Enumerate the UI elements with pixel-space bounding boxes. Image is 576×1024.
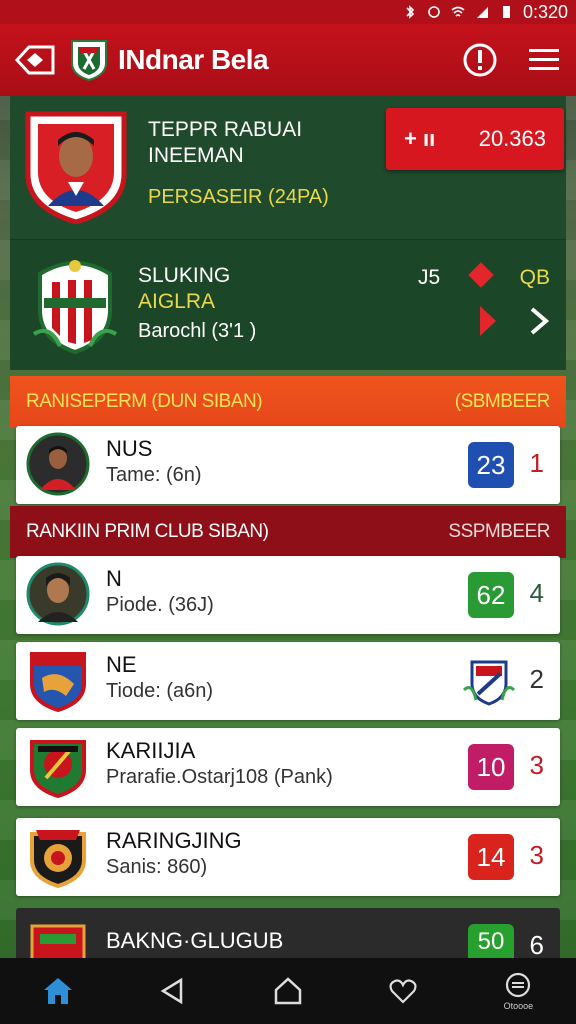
score-badge: 14 [468, 834, 514, 880]
list-item-title: KARIIJIA [106, 738, 196, 763]
nav-house[interactable] [258, 966, 318, 1016]
club-meta: Barochl (3'1 ) [138, 320, 257, 342]
heart-icon [389, 979, 417, 1004]
player-name-line2: INEEMAN [148, 144, 244, 167]
info-button[interactable] [448, 42, 512, 78]
player-crest-avatar [25, 111, 127, 224]
nav-back[interactable] [143, 966, 203, 1016]
score-value: 20.363 [478, 126, 546, 151]
club-crest-icon [30, 740, 86, 798]
rank-number: 2 [529, 664, 544, 694]
status-time: 0:320 [522, 1, 568, 22]
score-badge: 50 [468, 924, 514, 960]
chevron-right-icon[interactable] [528, 306, 550, 336]
player-avatar [26, 432, 90, 496]
alarm-icon [428, 6, 440, 18]
rank-number: 6 [529, 930, 544, 960]
club-stat-left: J5 [418, 266, 441, 289]
section-title: RANKIIN PRIM CLUB SIBAN) [26, 521, 269, 542]
list-item-subtitle: Tame: (6n) [106, 464, 202, 486]
club-mini-crest-icon [462, 660, 516, 706]
triangle-back-icon [160, 977, 183, 1005]
wifi-icon [451, 6, 465, 17]
alert-icon [463, 43, 497, 77]
list-item-title: NE [106, 652, 137, 677]
nav-more-label: Otoooe [503, 1001, 534, 1011]
score-prefix: + ıı [404, 126, 436, 151]
club-stat-right: QB [519, 266, 550, 289]
rank-number: 4 [529, 578, 544, 608]
home-icon [43, 978, 72, 1004]
bluetooth-icon [406, 5, 415, 19]
section-right-label[interactable]: SSPMBEER [448, 521, 550, 543]
app-bar: INdnar Bela [0, 24, 576, 96]
nav-home[interactable] [28, 966, 88, 1016]
section-header-individual: RANISEPERM (DUN SIBAN) (SBMBEER [10, 376, 566, 428]
list-item-subtitle: Sanis: 860) [106, 856, 208, 878]
player-name-line1: TEPPR RABUAI [148, 118, 303, 141]
rank-number: 1 [529, 448, 544, 478]
app-logo-icon [71, 40, 107, 81]
signal-icon [476, 7, 488, 18]
status-bar: 0:320 [0, 0, 576, 24]
list-item-subtitle: Prarafie.Ostarj108 (Pank) [106, 766, 333, 788]
score-badge: 62 [468, 572, 514, 618]
list-item[interactable]: NUS Tame: (6n) 23 1 [16, 426, 560, 504]
club-crest-icon [30, 652, 86, 712]
list-item[interactable]: RARINGJING Sanis: 860) 14 3 [16, 818, 560, 896]
list-item-subtitle: Tiode: (a6n) [106, 680, 214, 702]
nav-favorites[interactable] [373, 966, 433, 1016]
club-crest-icon [30, 830, 86, 888]
list-item[interactable]: N Piode. (36J) 62 4 [16, 556, 560, 634]
list-item-title: RARINGJING [106, 828, 242, 853]
section-title: RANISEPERM (DUN SIBAN) [26, 391, 263, 412]
list-item[interactable]: BAKNG·GLUGUB 50 6 [16, 908, 560, 960]
list-item-subtitle: Piode. (36J) [106, 594, 214, 616]
hamburger-menu-icon [529, 49, 559, 70]
home-outline-icon [274, 977, 302, 1005]
list-item[interactable]: KARIIJIA Prarafie.Ostarj108 (Pank) 10 3 [16, 728, 560, 806]
list-item[interactable]: NE Tiode: (a6n) 2 [16, 642, 560, 720]
diamond-indicator-icon [468, 262, 494, 288]
bottom-navigation: Otoooe [0, 958, 576, 1024]
club-subname: AIGLRA [138, 290, 216, 313]
player-club: PERSASEIR (24PA) [148, 186, 329, 208]
player-avatar [26, 562, 90, 626]
list-item-title: BAKNG·GLUGUB [106, 928, 284, 953]
player-score-box[interactable]: + ıı 20.363 [386, 108, 564, 170]
section-right-label[interactable]: (SBMBEER [455, 391, 551, 413]
list-item-title: NUS [106, 436, 153, 461]
back-button[interactable] [0, 41, 70, 79]
score-badge: 10 [468, 744, 514, 790]
nav-more[interactable]: Otoooe [488, 966, 548, 1016]
rank-number: 3 [529, 840, 544, 870]
featured-club-card[interactable]: SLUKING AIGLRA Barochl (3'1 ) J5 QB [10, 240, 566, 370]
battery-icon [502, 6, 510, 18]
back-arrow-icon [14, 45, 55, 75]
section-header-club: RANKIIN PRIM CLUB SIBAN) SSPMBEER [10, 506, 566, 558]
club-name: SLUKING [138, 264, 231, 287]
club-crest-icon [30, 924, 86, 960]
list-item-title: N [106, 566, 122, 591]
featured-player-card[interactable]: TEPPR RABUAI INEEMAN PERSASEIR (24PA) + … [10, 96, 566, 240]
more-circle-icon [506, 972, 531, 998]
rank-number: 3 [529, 750, 544, 780]
play-indicator-icon [480, 306, 496, 336]
score-badge: 23 [468, 442, 514, 488]
app-title: INdnar Bela [118, 44, 269, 75]
menu-button[interactable] [512, 47, 576, 73]
club-badge-icon [32, 260, 118, 354]
